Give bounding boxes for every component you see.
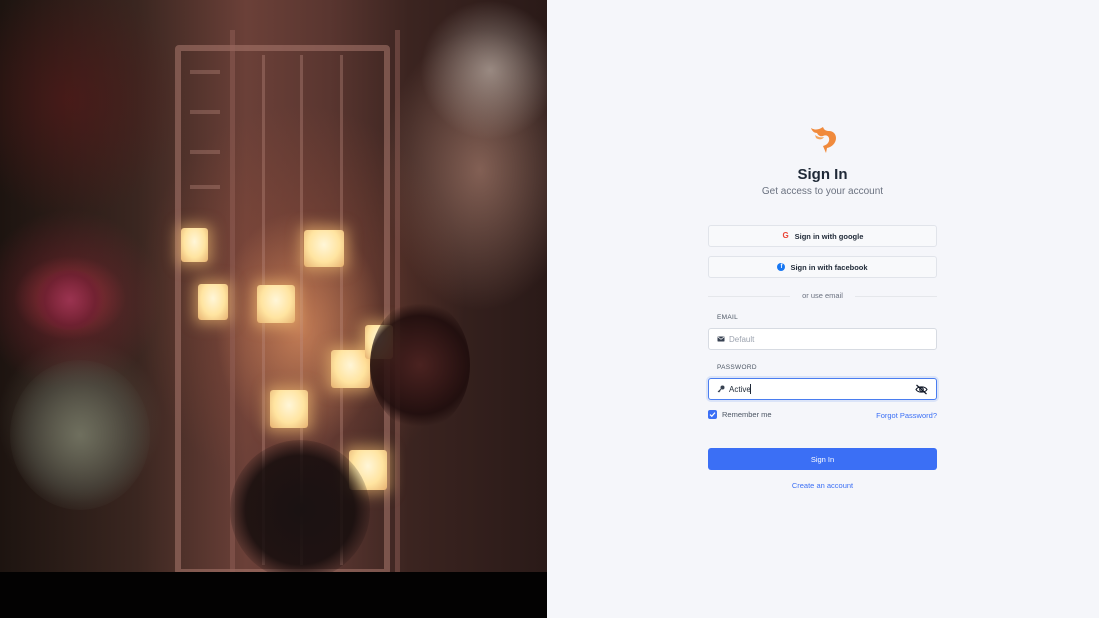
password-label: PASSWORD: [717, 364, 757, 371]
checkmark-icon: [709, 412, 716, 418]
remember-me-toggle[interactable]: Remember me: [708, 410, 772, 419]
eye-off-icon[interactable]: [915, 384, 928, 395]
ornament-ball: [370, 300, 470, 430]
google-sign-in-button[interactable]: G Sign in with google: [708, 225, 937, 247]
hero-photo-panel: [0, 0, 547, 618]
photo-bar: [190, 150, 220, 154]
password-field-container[interactable]: [708, 378, 937, 400]
or-divider: or use email: [708, 291, 937, 301]
email-label: EMAIL: [717, 314, 739, 321]
sign-in-panel: Sign In Get access to your account G Sig…: [547, 0, 1099, 618]
remember-me-checkbox[interactable]: [708, 410, 717, 419]
create-account-link[interactable]: Create an account: [708, 481, 937, 490]
page-title: Sign In: [797, 166, 848, 183]
google-icon: G: [782, 231, 789, 240]
facebook-sign-in-button[interactable]: f Sign in with facebook: [708, 256, 937, 278]
photo-bar: [190, 110, 220, 114]
candle: [181, 228, 208, 262]
sign-in-button[interactable]: Sign In: [708, 448, 937, 470]
key-icon: [717, 385, 725, 393]
ornament-flower: [35, 270, 105, 330]
candle: [257, 285, 295, 323]
email-field-container[interactable]: [708, 328, 937, 350]
envelope-icon: [717, 336, 725, 342]
candle: [198, 284, 228, 320]
lace-decoration: [420, 0, 547, 140]
google-sign-in-label: Sign in with google: [794, 231, 864, 241]
email-field[interactable]: [729, 330, 936, 348]
password-field[interactable]: [729, 380, 751, 398]
facebook-sign-in-label: Sign in with facebook: [790, 262, 868, 272]
text-caret: [750, 384, 751, 394]
candle: [304, 230, 344, 267]
page-subtitle: Get access to your account: [761, 186, 884, 197]
divider-line: [855, 296, 937, 297]
photo-bar: [190, 185, 220, 189]
urn-planter: [10, 360, 150, 510]
phoenix-logo-icon: [811, 127, 836, 153]
remember-me-label: Remember me: [722, 410, 772, 419]
facebook-icon: f: [777, 263, 786, 271]
foliage: [0, 0, 180, 220]
hero-photo: [0, 0, 547, 572]
photo-bar: [190, 70, 220, 74]
forgot-password-link[interactable]: Forgot Password?: [876, 411, 937, 420]
photo-bottom-strip: [0, 572, 547, 618]
candle: [270, 390, 308, 428]
figurine-group: [230, 440, 370, 572]
